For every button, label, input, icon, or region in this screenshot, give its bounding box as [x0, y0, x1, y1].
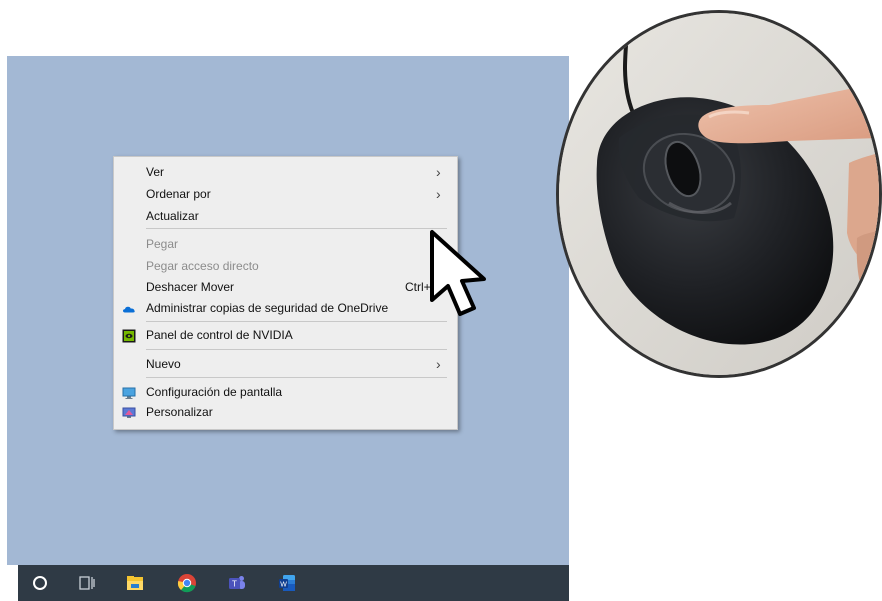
- menu-separator: [146, 377, 447, 378]
- menu-item-actualizar[interactable]: Actualizar: [114, 206, 457, 228]
- menu-item-label: Actualizar: [146, 209, 199, 223]
- chevron-right-icon: ›: [436, 164, 441, 180]
- taskbar: T W: [18, 565, 569, 601]
- chrome-icon[interactable]: [177, 573, 197, 593]
- context-menu: Ver › Ordenar por › Actualizar Pegar Peg…: [113, 156, 458, 430]
- word-icon[interactable]: W: [277, 573, 297, 593]
- search-circle-icon[interactable]: [30, 573, 50, 593]
- menu-item-label: Configuración de pantalla: [146, 385, 283, 399]
- menu-item-pegar-acceso-directo: Pegar acceso directo: [114, 256, 457, 278]
- chevron-right-icon: ›: [436, 356, 441, 372]
- mouse-with-finger-photo: [556, 10, 882, 378]
- menu-item-ver[interactable]: Ver ›: [114, 162, 457, 184]
- menu-item-deshacer-mover[interactable]: Deshacer Mover Ctrl+: [114, 277, 457, 299]
- chevron-right-icon: ›: [436, 186, 441, 202]
- menu-item-ordenar-por[interactable]: Ordenar por ›: [114, 184, 457, 206]
- menu-item-nvidia-panel[interactable]: Panel de control de NVIDIA: [114, 325, 457, 347]
- display-settings-icon: [122, 387, 136, 399]
- mouse-pointer-icon: [430, 230, 486, 316]
- menu-item-label: Pegar: [146, 237, 179, 251]
- menu-item-onedrive-backup[interactable]: Administrar copias de seguridad de OneDr…: [114, 298, 457, 320]
- onedrive-cloud-icon: [123, 306, 135, 313]
- nvidia-icon: [122, 329, 136, 343]
- teams-icon[interactable]: T: [227, 573, 247, 593]
- task-view-icon[interactable]: [77, 573, 97, 593]
- menu-item-label: Administrar copias de seguridad de OneDr…: [146, 301, 389, 315]
- menu-item-label: Personalizar: [146, 405, 213, 419]
- menu-item-label: Ver: [146, 165, 165, 179]
- menu-item-label: Pegar acceso directo: [146, 259, 259, 273]
- menu-item-personalizar[interactable]: Personalizar: [114, 402, 457, 424]
- mouse-photo-drawing: [559, 13, 879, 375]
- menu-separator: [146, 228, 447, 229]
- svg-text:T: T: [232, 580, 237, 589]
- menu-separator: [146, 321, 447, 322]
- menu-item-label: Deshacer Mover: [146, 280, 235, 294]
- menu-item-label: Nuevo: [146, 357, 181, 371]
- file-explorer-icon[interactable]: [125, 573, 145, 593]
- menu-item-label: Panel de control de NVIDIA: [146, 328, 293, 342]
- menu-item-pegar: Pegar: [114, 234, 457, 256]
- menu-separator: [146, 349, 447, 350]
- personalize-icon: [122, 407, 136, 418]
- menu-item-label: Ordenar por: [146, 187, 211, 201]
- menu-item-nuevo[interactable]: Nuevo ›: [114, 354, 457, 376]
- svg-text:W: W: [280, 581, 287, 588]
- menu-item-display-settings[interactable]: Configuración de pantalla: [114, 382, 457, 404]
